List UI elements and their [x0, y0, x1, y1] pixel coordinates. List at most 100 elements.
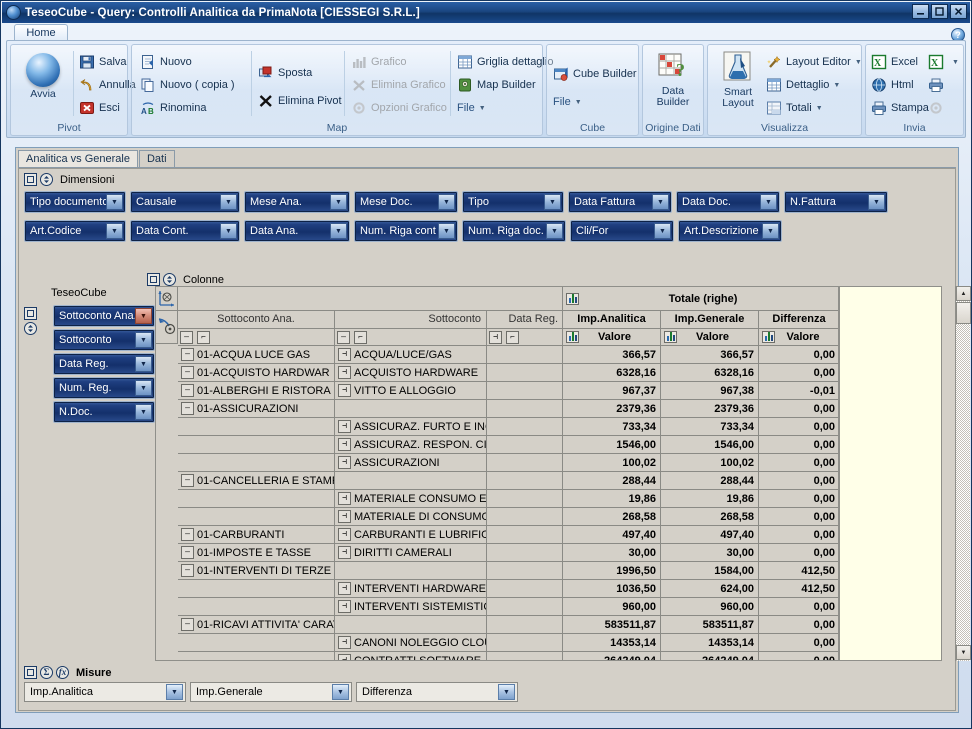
grid-cell-sottoconto[interactable]: ⊣ ASSICURAZIONI: [335, 454, 487, 472]
dimension-pill-dropdown-icon[interactable]: ▼: [654, 223, 671, 239]
dimension-pill-dropdown-icon[interactable]: ▼: [135, 308, 152, 324]
row-field-pill[interactable]: Data Reg. ▼: [53, 353, 155, 375]
chart-icon[interactable]: [566, 331, 579, 343]
row-expand-button[interactable]: ⊣: [338, 510, 351, 523]
row-collapse-button[interactable]: —: [181, 564, 194, 577]
grid-cell-sottoconto[interactable]: ⊣INTERVENTI SISTEMISTICI DI TERZI: [335, 598, 487, 616]
layout-editor-button[interactable]: Layout Editor ▼: [766, 51, 862, 73]
row-collapse-button[interactable]: —: [181, 402, 194, 415]
collapse-all-data-reg-button[interactable]: ⊣: [489, 330, 502, 344]
opzioni-grafico-button[interactable]: Opzioni Grafico: [351, 97, 447, 119]
row-expand-button[interactable]: ⊣: [338, 348, 351, 361]
grid-cell-sottoconto_ana[interactable]: —01-ASSICURAZIONI: [178, 400, 335, 418]
expand-all-data-reg-button[interactable]: ⌐: [506, 330, 519, 344]
sposta-button[interactable]: Sposta: [258, 62, 312, 84]
grid-cell-sottoconto_ana[interactable]: —01-CANCELLERIA E STAMPATI: [178, 472, 335, 490]
esci-button[interactable]: Esci: [79, 97, 120, 119]
dimension-pill[interactable]: Cli/For ▼: [570, 220, 674, 242]
dimension-pill-dropdown-icon[interactable]: ▼: [135, 332, 152, 348]
print-preview-button[interactable]: [928, 74, 948, 96]
dimensions-collapse-toggle[interactable]: [24, 173, 37, 186]
grid-cell-sottoconto_ana[interactable]: —01-RICAVI ATTIVITA' CARATTERISTICA: [178, 616, 335, 634]
dimension-pill[interactable]: Mese Doc. ▼: [354, 191, 458, 213]
close-button[interactable]: [950, 4, 967, 19]
grid-corner-axis-icon-cell[interactable]: [156, 287, 178, 311]
chart-icon[interactable]: [762, 331, 775, 343]
dimension-pill[interactable]: Tipo ▼: [462, 191, 564, 213]
nuovo-copia-button[interactable]: Nuovo ( copia ): [140, 74, 235, 96]
grid-header-sottoconto-ana[interactable]: Sottoconto Ana.: [178, 311, 335, 329]
dimension-pill[interactable]: Num. Riga cont ▼: [354, 220, 458, 242]
row-expand-button[interactable]: ⊣: [338, 492, 351, 505]
excel-options-button[interactable]: X ▼: [928, 51, 959, 73]
grid-cell-sottoconto_ana[interactable]: —01-CARBURANTI: [178, 526, 335, 544]
row-expand-button[interactable]: ⊣: [338, 456, 351, 469]
row-expand-button[interactable]: ⊣: [338, 636, 351, 649]
dimension-pill-dropdown-icon[interactable]: ▼: [135, 404, 152, 420]
dimension-pill-dropdown-icon[interactable]: ▼: [220, 194, 237, 210]
tab-analitica-vs-generale[interactable]: Analitica vs Generale: [18, 150, 138, 168]
dimension-pill-dropdown-icon[interactable]: ▼: [544, 194, 561, 210]
dimension-pill[interactable]: N.Fattura ▼: [784, 191, 888, 213]
minimize-button[interactable]: [912, 4, 929, 19]
row-expand-button[interactable]: ⊣: [338, 528, 351, 541]
dimension-pill[interactable]: Tipo documento ▼: [24, 191, 126, 213]
row-collapse-button[interactable]: —: [181, 384, 194, 397]
scroll-down-button[interactable]: ▼: [956, 645, 971, 660]
grid-header-imp-generale[interactable]: Imp.Generale: [661, 311, 759, 329]
row-expand-button[interactable]: ⊣: [338, 582, 351, 595]
salva-button[interactable]: Salva: [79, 51, 127, 73]
collapse-all-sottoconto-ana-button[interactable]: —: [180, 330, 193, 344]
dimension-pill[interactable]: Art.Codice ▼: [24, 220, 126, 242]
dimension-pill[interactable]: Causale ▼: [130, 191, 240, 213]
rows-expand-toggle[interactable]: [24, 322, 37, 335]
columns-collapse-toggle[interactable]: [147, 273, 160, 286]
avvia-button[interactable]: Avvia: [15, 53, 71, 100]
pivot-grid[interactable]: Totale (righe) Sottoconto Ana. Sottocont…: [155, 286, 839, 661]
grid-cell-sottoconto[interactable]: ⊣ CONTRATTI SOFTWARE: [335, 652, 487, 660]
elimina-grafico-button[interactable]: Elimina Grafico: [351, 74, 446, 96]
chart-icon[interactable]: [566, 292, 579, 305]
dimension-pill[interactable]: Data Cont. ▼: [130, 220, 240, 242]
vertical-scrollbar[interactable]: ▲ ▼: [955, 286, 971, 661]
measure-combo[interactable]: Imp.Generale ▼: [190, 682, 352, 702]
row-expand-button[interactable]: ⊣: [338, 600, 351, 613]
dimension-pill-dropdown-icon[interactable]: ▼: [438, 223, 455, 239]
html-button[interactable]: Html: [871, 74, 914, 96]
dimension-pill-dropdown-icon[interactable]: ▼: [762, 223, 779, 239]
dimension-pill-dropdown-icon[interactable]: ▼: [106, 223, 123, 239]
expand-all-sottoconto-ana-button[interactable]: ⌐: [197, 330, 210, 344]
grid-cell-sottoconto[interactable]: ⊣ MATERIALE CONSUMO EDP: [335, 490, 487, 508]
row-field-pill[interactable]: Sottoconto ▼: [53, 329, 155, 351]
nuovo-button[interactable]: Nuovo: [140, 51, 192, 73]
row-collapse-button[interactable]: —: [181, 546, 194, 559]
dimension-pill-dropdown-icon[interactable]: ▼: [106, 194, 123, 210]
dimension-pill[interactable]: Art.Descrizione ▼: [678, 220, 782, 242]
grid-cell-sottoconto[interactable]: ⊣CARBURANTI E LUBRIFICANTI: [335, 526, 487, 544]
dimension-pill-dropdown-icon[interactable]: ▼: [220, 223, 237, 239]
row-collapse-button[interactable]: —: [181, 366, 194, 379]
smart-layout-button[interactable]: Smart Layout: [710, 51, 766, 109]
stampa-button[interactable]: Stampa: [871, 97, 929, 119]
row-collapse-button[interactable]: —: [181, 348, 194, 361]
expand-all-sottoconto-button[interactable]: ⌐: [354, 330, 367, 344]
grid-cell-sottoconto_ana[interactable]: —01-ALBERGHI E RISTORA: [178, 382, 335, 400]
totali-button[interactable]: Totali ▼: [766, 97, 823, 119]
measures-collapse-toggle[interactable]: [24, 666, 37, 679]
grid-cell-sottoconto[interactable]: ⊣MATERIALE DI CONSUMO UFFICIO: [335, 508, 487, 526]
map-builder-button[interactable]: Map Builder: [457, 74, 536, 96]
dimension-pill-dropdown-icon[interactable]: ▼: [868, 194, 885, 210]
dimension-pill-dropdown-icon[interactable]: ▼: [330, 194, 347, 210]
dimension-pill[interactable]: Num. Riga doc. ▼: [462, 220, 566, 242]
measure-combo-dropdown-icon[interactable]: ▼: [332, 684, 349, 700]
chart-icon[interactable]: [664, 331, 677, 343]
row-expand-button[interactable]: ⊣: [338, 546, 351, 559]
row-expand-button[interactable]: ⊣: [338, 366, 351, 379]
grid-corner-settings-icon-cell[interactable]: [156, 311, 178, 344]
grid-header-sottoconto[interactable]: Sottoconto: [335, 311, 487, 329]
measure-combo-dropdown-icon[interactable]: ▼: [498, 684, 515, 700]
grid-header-differenza[interactable]: Differenza: [759, 311, 838, 329]
grid-cell-sottoconto_ana[interactable]: —01-ACQUISTO HARDWAR: [178, 364, 335, 382]
map-file-menu[interactable]: File ▼: [457, 97, 486, 119]
measures-sum-toggle[interactable]: Σ: [40, 666, 53, 679]
